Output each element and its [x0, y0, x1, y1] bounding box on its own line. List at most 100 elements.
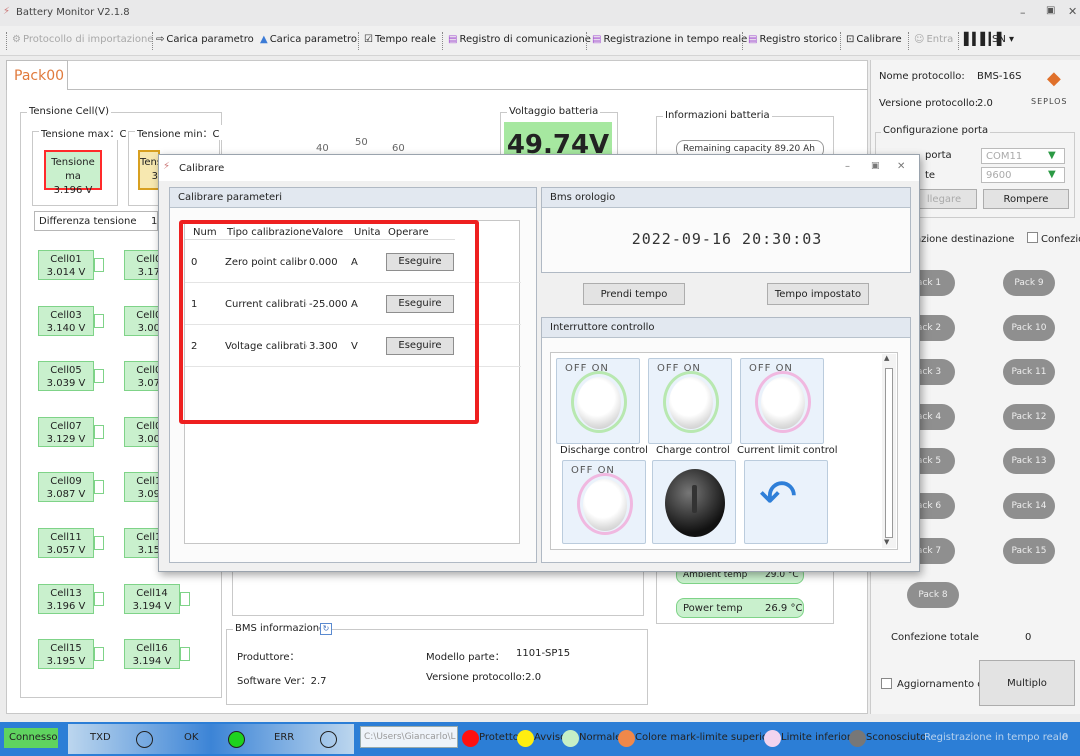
calibration-table: Num Tipo calibrazione Valore Unita Opera… [184, 220, 521, 544]
realtime-log-button[interactable]: ▤ Registrazione in tempo reale [592, 34, 747, 45]
pack-button[interactable]: Pack 15 [1003, 537, 1055, 564]
load-param-button-2[interactable]: ▲ Carica parametro [260, 34, 357, 45]
app-title: Battery Monitor V2.1.8 [16, 7, 130, 18]
title-bar: ⚡ Battery Monitor V2.1.8 – ▣ ✕ [0, 0, 1080, 26]
knob-icon [669, 377, 713, 429]
cell-terminal [94, 591, 104, 606]
knob-icon [577, 377, 621, 429]
bms-clock-display: 2022-09-16 20:30:03 [631, 230, 823, 248]
baud-select[interactable]: 9600 ▼ [981, 167, 1065, 183]
cell-15: Cell15 3.195 V [38, 639, 94, 670]
charge-label: Charge control [656, 445, 730, 456]
cell-16: Cell16 3.194 V [124, 639, 180, 670]
knob-icon [761, 377, 805, 429]
log-icon: ▤ [448, 34, 458, 45]
pack-button[interactable]: Pack 11 [1003, 359, 1055, 386]
confirm-checkbox[interactable] [1027, 232, 1038, 243]
discharge-switch[interactable]: OFF ON [556, 358, 640, 444]
pack-button[interactable]: Pack 14 [1003, 493, 1055, 519]
lower-limit-icon [764, 730, 781, 747]
connect-button[interactable]: llegare [911, 189, 977, 209]
upper-limit-icon [618, 730, 635, 747]
pack-button[interactable]: Pack 10 [1003, 314, 1055, 341]
reset-icon: ↶ [759, 469, 798, 523]
toolbar: ⚙ Protocollo di importazione ⇨ Carica para… [0, 26, 1080, 56]
seplos-logo-text: SEPLOS [1031, 97, 1068, 106]
column-header: Tipo calibrazione [227, 227, 312, 238]
column-header: Unita [354, 227, 381, 238]
cell-14: Cell14 3.194 V [124, 583, 180, 614]
history-icon: ▤ [748, 34, 758, 45]
refresh-icon[interactable]: ↻ [320, 623, 332, 635]
pack-button[interactable]: Pack 12 [1003, 403, 1055, 430]
cell-terminal [94, 313, 104, 328]
update-checkbox[interactable] [881, 678, 892, 689]
reset-switch[interactable]: ↶ [744, 460, 828, 544]
execute-button[interactable]: Eseguire [386, 295, 454, 313]
calibrate-icon: ⊡ [846, 34, 855, 45]
pack-button[interactable]: Pack 8 [907, 582, 959, 608]
discharge-label: Discharge control [560, 445, 648, 456]
path-field[interactable]: C:\Users\Giancarlo\L [360, 726, 458, 748]
table-row: 2 Voltage calibratior 3.300 V Eseguire [185, 327, 521, 367]
column-header: Valore [312, 227, 344, 238]
normal-icon [562, 730, 579, 747]
protected-icon [462, 730, 479, 747]
dialog-maximize-icon[interactable]: ▣ [871, 161, 880, 171]
get-time-button[interactable]: Prendi tempo [583, 283, 685, 305]
execute-button[interactable]: Eseguire [386, 337, 454, 355]
err-indicator-icon [320, 731, 337, 748]
cell-13: Cell13 3.196 V [38, 583, 94, 614]
import-protocol-button[interactable]: ⚙ Protocollo di importazione [12, 34, 153, 45]
status-bar: Connesso TXD OK ERR C:\Users\Giancarlo\L… [0, 722, 1080, 756]
break-button[interactable]: Rompere [983, 189, 1069, 209]
set-time-button[interactable]: Tempo impostato [767, 283, 869, 305]
power-temp: Power temp 26.9 °C [676, 598, 804, 618]
close-icon[interactable]: ✕ [1068, 5, 1077, 18]
gauge-tick: 60 [392, 143, 405, 154]
heater-switch[interactable]: OFF ON [562, 460, 646, 544]
import-icon: ⚙ [12, 34, 21, 45]
upload-icon: ▲ [260, 34, 268, 45]
table-row: 0 Zero point calibrat 0.000 A Eseguire [185, 243, 521, 283]
cell-terminal [94, 536, 104, 550]
battery-voltage-value: 49.74V [504, 122, 612, 156]
current-limit-switch[interactable]: OFF ON [740, 358, 824, 444]
app-icon: ⚡ [3, 6, 11, 17]
max-voltage-box: Tensione ma 3.196 V [44, 150, 102, 196]
sn-dropdown[interactable]: SN ▾ [992, 34, 1014, 45]
load-icon: ⇨ [156, 34, 165, 45]
dialog-close-icon[interactable]: ✕ [897, 161, 905, 172]
unknown-icon [849, 730, 866, 747]
real-time-button[interactable]: ☑ Tempo reale [364, 34, 436, 45]
voltage-diff-field: Differenza tensione 1 [34, 211, 158, 231]
column-header: Num [193, 227, 217, 238]
load-param-button-1[interactable]: ⇨ Carica parametro [156, 34, 254, 45]
multiple-button[interactable]: Multiplo [979, 660, 1075, 706]
switch-scrollbar[interactable]: ▲ ▼ [882, 354, 896, 548]
warning-icon [517, 730, 534, 747]
knob-icon [583, 479, 627, 531]
dialog-title-bar: ⚡ Calibrare – ▣ ✕ [159, 155, 919, 181]
power-switch[interactable] [652, 460, 736, 544]
cell-terminal [180, 591, 190, 606]
pack-button[interactable]: Pack 9 [1003, 270, 1055, 296]
calibrate-button[interactable]: ⊡ Calibrare [846, 34, 902, 45]
pack-button[interactable]: Pack 13 [1003, 448, 1055, 475]
charge-switch[interactable]: OFF ON [648, 358, 732, 444]
minimize-icon[interactable]: – [1020, 6, 1026, 19]
comm-log-button[interactable]: ▤ Registro di comunicazione [448, 34, 591, 45]
port-select[interactable]: COM11 ▼ [981, 148, 1065, 164]
txd-indicator-icon [136, 731, 153, 748]
cell-terminal [94, 369, 104, 384]
maximize-icon[interactable]: ▣ [1046, 5, 1055, 16]
history-log-button[interactable]: ▤ Registro storico [748, 34, 837, 45]
cell-3: Cell03 3.140 V [38, 305, 94, 336]
tab-pack00[interactable]: Pack00 [6, 60, 68, 90]
current-limit-label: Current limit control [737, 445, 838, 456]
dialog-minimize-icon[interactable]: – [845, 161, 850, 172]
execute-button[interactable]: Eseguire [386, 253, 454, 271]
column-header: Operare [388, 227, 429, 238]
entry-button[interactable]: ☺ Entra [914, 34, 953, 45]
cell-9: Cell09 3.087 V [38, 472, 94, 503]
